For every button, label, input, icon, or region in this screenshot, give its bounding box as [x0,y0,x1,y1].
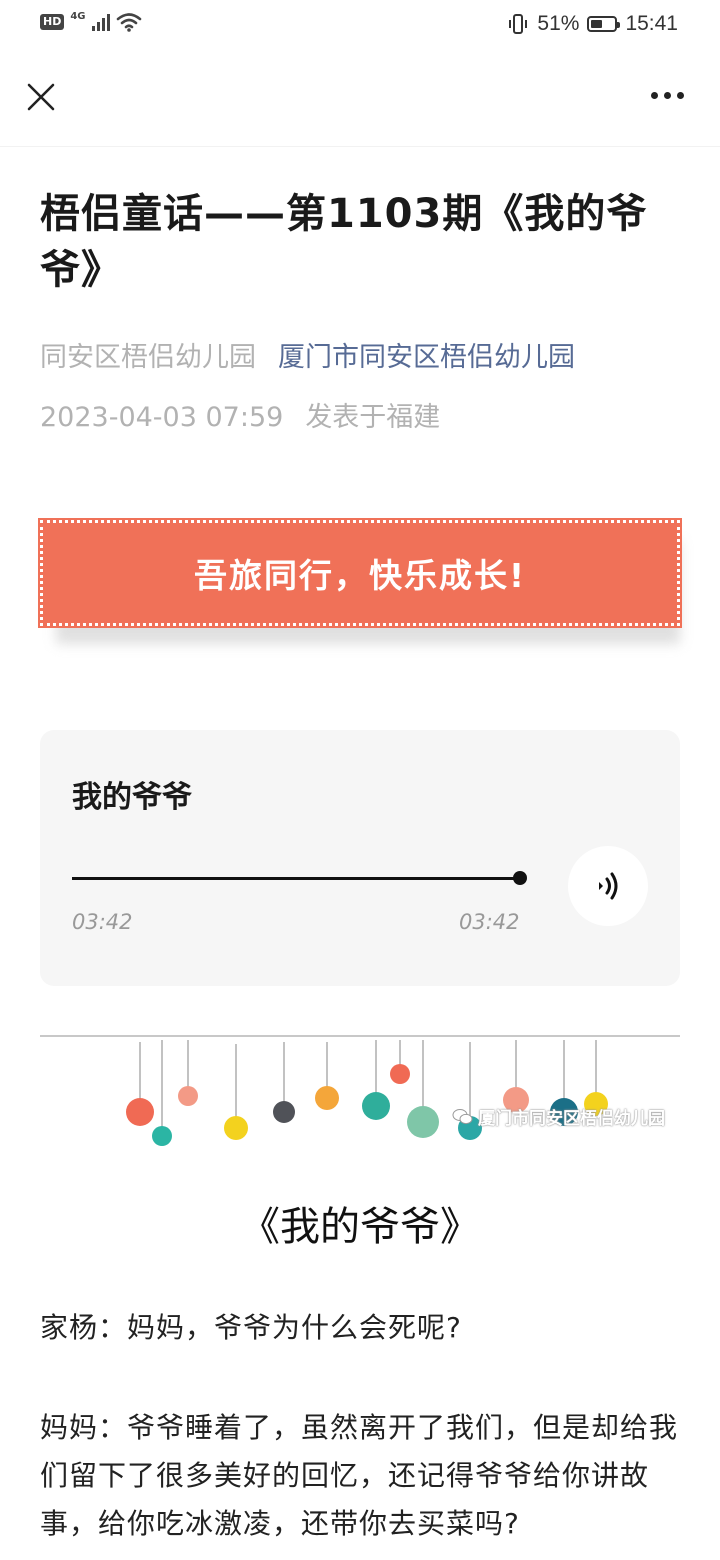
vibrate-icon [509,14,528,34]
wifi-icon [116,13,141,32]
story-paragraph: 家杨：妈妈，爷爷为什么会死呢? [40,1311,462,1344]
nav-bar [0,52,720,147]
publish-datetime: 2023-04-03 07:59 [40,402,284,433]
status-bar: HD 4G 51% 15:41 [0,0,720,52]
banner-text: 吾旅同行，快乐成长! [193,556,527,595]
audio-player[interactable]: 我的爷爷 03:42 03:42 [40,730,680,986]
signal-icon [91,13,110,31]
author-name: 同安区梧侣幼儿园 [40,342,256,373]
more-dots-icon[interactable] [651,92,684,99]
publish-location: 发表于福建 [305,402,441,433]
battery-percent: 51% [537,12,580,35]
audio-play-button[interactable] [568,846,648,926]
speaker-icon [599,872,618,900]
status-right: 51% 15:41 [507,12,678,36]
wechat-icon [452,1108,473,1124]
audio-current-time: 03:42 [72,910,133,934]
watermark-text: 厦门市同安区梧侣幼儿园 [478,1109,665,1129]
hd-badge: HD [40,14,65,30]
audio-progress-bar[interactable] [72,871,527,885]
account-link[interactable]: 厦门市同安区梧侣幼儿园 [278,342,575,373]
story-title: 《我的爷爷》 [240,1204,480,1250]
audio-title: 我的爷爷 [72,780,192,815]
story-paragraph: 妈妈：爷爷睡着了，虽然离开了我们，但是却给我们留下了很多美好的回忆，还记得爷爷给… [40,1411,679,1540]
audio-progress-thumb[interactable] [513,871,527,885]
battery-icon [587,16,621,32]
article-meta: 2023-04-03 07:59 发表于福建 [40,398,440,438]
audio-total-time: 03:42 [459,910,520,934]
clock: 15:41 [625,12,678,35]
hanging-balls-decoration [40,1035,680,1146]
slogan-banner: 吾旅同行，快乐成长! [38,518,682,628]
article-byline: 同安区梧侣幼儿园 厦门市同安区梧侣幼儿园 [40,338,575,378]
network-type: 4G [70,10,86,22]
article-title: 梧侣童话——第1103期《我的爷爷》 [40,191,648,293]
close-icon[interactable] [26,82,56,112]
watermark: 厦门市同安区梧侣幼儿园 [452,1104,665,1129]
status-left: HD 4G [40,10,142,32]
audio-progress-played [72,877,520,880]
